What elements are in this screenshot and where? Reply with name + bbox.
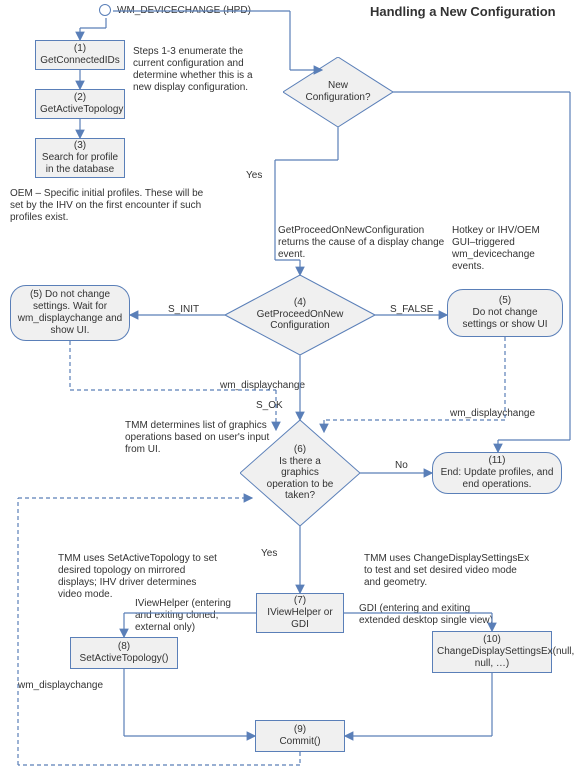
edge-yes-newcfg: Yes	[246, 170, 262, 181]
node-label: SetActiveTopology()	[75, 653, 173, 665]
node-8-setactivetopology: (8) SetActiveTopology()	[70, 637, 178, 669]
edge-sfalse: S_FALSE	[390, 304, 433, 315]
note-getproceed-cause: GetProceedOnNewConfiguration returns the…	[278, 225, 448, 261]
note-gdi: GDI (entering and exiting extended deskt…	[359, 603, 499, 627]
node-label: (5) Do not change settings. Wait for wm_…	[17, 289, 123, 337]
node-1-getconnectedids: (1) GetConnectedIDs	[35, 40, 125, 70]
title-text: Handling a New Configuration	[370, 4, 556, 19]
edge-wmdc-left: wm_displaychange	[18, 680, 103, 691]
node-label: GetActiveTopology	[40, 104, 120, 116]
node-num: (2)	[40, 92, 120, 104]
edge-no-6: No	[395, 460, 408, 471]
node-num: (10)	[437, 634, 547, 646]
node-label: Commit()	[260, 736, 340, 748]
note-hotkey: Hotkey or IHV/OEM GUI–triggered wm_devic…	[452, 225, 557, 273]
node-num: (6)	[294, 444, 306, 455]
note-tmm-setactive: TMM uses SetActiveTopology to set desire…	[58, 553, 218, 601]
note-oem-profiles: OEM – Specific initial profiles. These w…	[10, 188, 205, 224]
node-5a-donotchange-wait: (5) Do not change settings. Wait for wm_…	[10, 285, 130, 341]
decision-6-graphicsop	[240, 420, 241, 421]
node-9-commit: (9) Commit()	[255, 720, 345, 752]
node-label: Is there a graphics operation to be take…	[267, 456, 334, 502]
decision-4-getproceed	[225, 275, 226, 276]
node-11-end: (11) End: Update profiles, and end opera…	[432, 452, 562, 494]
edge-sinit: S_INIT	[168, 304, 199, 315]
node-num: (11)	[439, 455, 555, 467]
node-5b-donotchange: (5) Do not change settings or show UI	[447, 289, 563, 337]
node-label: ChangeDisplaySettingsEx(null, null, …)	[437, 646, 547, 670]
note-steps-enum: Steps 1-3 enumerate the current configur…	[133, 46, 273, 94]
edge-yes-6: Yes	[261, 548, 277, 559]
node-num: (7)	[261, 595, 339, 607]
node-7-iviewhelper-or-gdi: (7) IViewHelper or GDI	[256, 593, 344, 633]
decision-newcfg-label: New Configuration?	[305, 80, 371, 103]
node-label: GetConnectedIDs	[40, 55, 120, 67]
node-num: (8)	[75, 641, 173, 653]
edge-wmdc-mid: wm_displaychange	[220, 380, 305, 391]
node-label: Search for profile in the database	[40, 152, 120, 176]
node-num: (4)	[294, 297, 306, 308]
edge-wmdc-right: wm_displaychange	[450, 408, 535, 419]
node-num: (5)	[454, 295, 556, 307]
node-label: IViewHelper or GDI	[261, 607, 339, 631]
decision-6-label: (6) Is there a graphics operation to be …	[262, 444, 338, 502]
node-2-getactivetopology: (2) GetActiveTopology	[35, 89, 125, 119]
node-10-changedisplaysettingsex: (10) ChangeDisplaySettingsEx(null, null,…	[432, 631, 552, 673]
node-label: End: Update profiles, and end operations…	[439, 467, 555, 491]
node-label: Do not change settings or show UI	[454, 307, 556, 331]
node-num: (9)	[260, 724, 340, 736]
node-3-searchprofile: (3) Search for profile in the database	[35, 138, 125, 178]
note-iviewhelper: IViewHelper (entering and exiting cloned…	[135, 598, 245, 634]
node-label: GetProceedOnNew Configuration	[257, 309, 344, 332]
page-title: Handling a New Configuration	[370, 4, 556, 21]
node-num: (1)	[40, 43, 120, 55]
node-num: (3)	[40, 140, 120, 152]
start-node	[99, 4, 111, 16]
edge-sok: S_OK	[256, 400, 283, 411]
start-label: WM_DEVICECHANGE (HPD)	[117, 5, 251, 16]
note-tmm-cds: TMM uses ChangeDisplaySettingsEx to test…	[364, 553, 534, 589]
decision-new-configuration	[283, 57, 284, 58]
decision-4-label: (4) GetProceedOnNew Configuration	[255, 297, 345, 332]
